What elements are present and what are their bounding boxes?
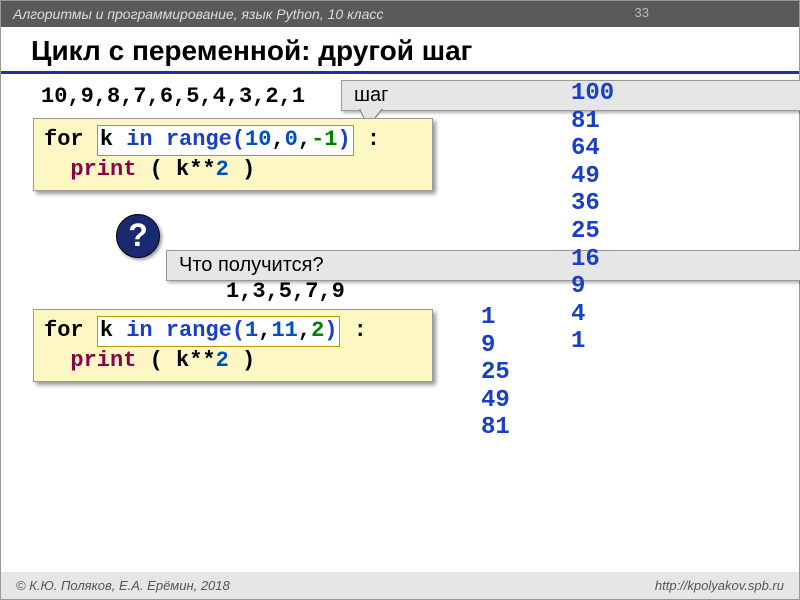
question-callout: Что получится? bbox=[166, 250, 800, 281]
question-text: Что получится? bbox=[179, 254, 324, 276]
page-number: 33 bbox=[635, 5, 649, 20]
sequence-1: 10,9,8,7,6,5,4,3,2,1 bbox=[41, 84, 305, 109]
page-title: Цикл с переменной: другой шаг bbox=[1, 27, 799, 74]
question-icon: ? bbox=[116, 214, 160, 258]
header-bar: Алгоритмы и программирование, язык Pytho… bbox=[1, 1, 799, 27]
step-label: шаг bbox=[354, 84, 388, 106]
output-2: 1 9 25 49 81 bbox=[481, 304, 510, 442]
footer-bar: © К.Ю. Поляков, Е.А. Ерёмин, 2018 http:/… bbox=[1, 572, 799, 599]
code-block-1: for k in range(10,0,-1) : print ( k**2 ) bbox=[33, 118, 433, 191]
range-highlight-1: k in range(10,0,-1) bbox=[97, 125, 354, 156]
content-area: 10,9,8,7,6,5,4,3,2,1 шаг for k in range(… bbox=[1, 74, 799, 554]
breadcrumb: Алгоритмы и программирование, язык Pytho… bbox=[13, 6, 383, 22]
footer-copyright: © К.Ю. Поляков, Е.А. Ерёмин, 2018 bbox=[16, 578, 230, 593]
kw-for: for bbox=[44, 127, 84, 152]
output-1: 100 81 64 49 36 25 16 9 4 1 bbox=[571, 80, 614, 356]
kw-print: print bbox=[70, 157, 136, 182]
code-block-2: for k in range(1,11,2) : print ( k**2 ) bbox=[33, 309, 433, 382]
range-highlight-2: k in range(1,11,2) bbox=[97, 316, 341, 347]
footer-url: http://kpolyakov.spb.ru bbox=[655, 578, 784, 593]
sequence-2: 1,3,5,7,9 bbox=[226, 279, 345, 304]
